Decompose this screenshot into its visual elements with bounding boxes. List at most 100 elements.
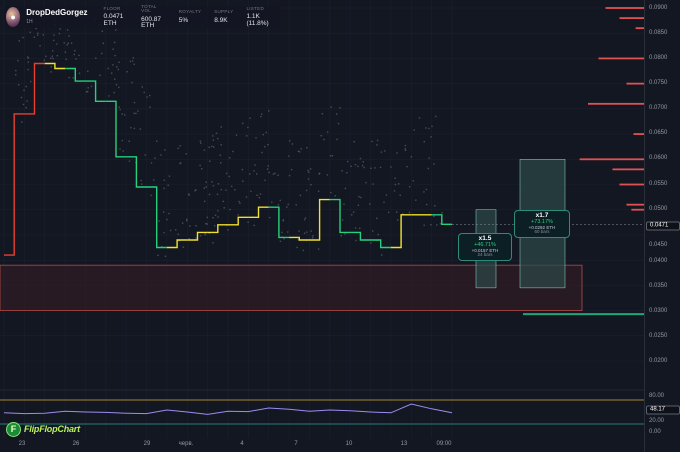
listing-dot: [309, 168, 312, 170]
listing-dot: [70, 42, 73, 44]
listing-dot: [179, 162, 181, 165]
listing-dot: [359, 157, 362, 160]
collection-avatar-icon[interactable]: ●: [6, 7, 21, 27]
price-tick: 0.0650: [649, 130, 668, 136]
listing-dot: [220, 162, 222, 164]
listing-dot: [149, 94, 151, 97]
listing-dot: [277, 174, 279, 176]
listing-dot: [303, 232, 306, 234]
listing-dot: [181, 222, 184, 224]
listing-dot: [154, 157, 156, 159]
listing-dot: [188, 194, 190, 196]
listing-dot: [205, 186, 207, 188]
listing-dot: [404, 144, 407, 147]
stat-key: ROYALTY: [178, 9, 202, 14]
listing-dot: [281, 231, 283, 234]
listing-dot: [394, 177, 396, 179]
listing-dot: [22, 36, 24, 39]
listing-dot: [288, 174, 291, 177]
depth-bar: [626, 203, 644, 206]
listing-dot: [404, 148, 406, 150]
listing-dot: [208, 193, 211, 196]
listing-dot: [144, 154, 146, 156]
listing-dot: [306, 231, 308, 233]
listing-dot: [423, 224, 425, 226]
depth-bar: [579, 158, 644, 161]
listing-dot: [372, 183, 374, 185]
listing-dot: [213, 146, 215, 148]
listing-dot: [346, 172, 348, 174]
listing-dot: [23, 89, 25, 91]
brand-mark-icon: F: [6, 421, 21, 437]
listing-dot: [114, 54, 116, 57]
listing-dot: [216, 193, 219, 195]
listing-dot: [112, 48, 114, 50]
stat-value: 5%: [178, 16, 189, 24]
listing-dot: [22, 103, 25, 106]
listing-dot: [376, 144, 378, 146]
signal-box[interactable]: x1.5 +46.71% +0.0157 ETH 24 bars: [458, 233, 512, 262]
listing-dot: [441, 212, 443, 214]
listing-dot: [363, 166, 365, 169]
time-tick: 13: [400, 441, 408, 447]
listing-dot: [352, 211, 355, 213]
listing-dot: [108, 95, 110, 97]
listing-dot: [239, 202, 241, 204]
listing-dot: [164, 255, 167, 257]
listing-dot: [205, 222, 207, 225]
depth-bar: [635, 27, 644, 30]
listing-dot: [137, 110, 139, 112]
signal-box[interactable]: x1.7 +73.17% +0.0292 ETH 60 bars: [514, 210, 570, 239]
listing-dot: [258, 197, 260, 199]
price-tick: 0.0200: [649, 358, 668, 364]
listing-dot: [394, 183, 397, 186]
listing-dot: [18, 40, 20, 42]
timeframe-label[interactable]: 1H: [26, 20, 87, 25]
listing-dot: [175, 229, 177, 231]
listing-dot: [150, 194, 152, 197]
listing-dot: [358, 196, 360, 198]
depth-bar: [633, 133, 644, 135]
price-chart[interactable]: [0, 0, 680, 452]
listing-dot: [51, 55, 53, 57]
listing-dot: [336, 113, 338, 115]
listing-dot: [177, 233, 179, 235]
price-line-segment: [105, 100, 127, 158]
listing-dot: [102, 42, 104, 44]
chart-stage[interactable]: ● DropDedGorgez 1H FLOOR 0.0471 ETH TOTA…: [0, 0, 680, 452]
listing-dot: [268, 171, 270, 174]
listing-dot: [430, 224, 432, 226]
listing-dot: [249, 173, 251, 175]
listing-dot: [369, 203, 371, 205]
listing-dot: [433, 163, 435, 165]
price-line-segment: [390, 214, 412, 249]
listing-dot: [435, 115, 437, 118]
listing-dot: [39, 45, 41, 47]
listing-dot: [206, 223, 208, 225]
brand-name: FlipFlopChart: [24, 424, 80, 434]
price-tick: 0.0400: [649, 258, 668, 264]
listing-dot: [269, 216, 271, 219]
listing-dot: [156, 140, 158, 142]
listing-dot: [406, 165, 408, 168]
listing-dot: [412, 180, 414, 182]
listing-dot: [231, 185, 233, 188]
listing-dot: [140, 179, 142, 182]
listing-dot: [113, 91, 115, 94]
listing-dot: [68, 76, 70, 79]
listing-dot: [261, 113, 263, 115]
listing-dot: [27, 56, 29, 58]
listing-dot: [310, 184, 312, 186]
listing-dot: [160, 154, 162, 156]
price-tick: 0.0600: [649, 155, 668, 161]
time-axis[interactable]: 23 26 29 черв. 4 7 10 13 09:00: [0, 438, 644, 452]
listing-dot: [355, 239, 357, 242]
listing-dot: [203, 187, 205, 189]
price-tick: 0.0300: [649, 308, 668, 314]
price-scale[interactable]: 0.0900 0.0850 0.0800 0.0750 0.0700 0.065…: [644, 0, 680, 452]
listing-dot: [214, 214, 217, 216]
depth-bar: [619, 183, 644, 186]
time-tick: 26: [72, 441, 80, 447]
listing-dot: [396, 152, 398, 154]
listing-dot: [267, 165, 269, 167]
